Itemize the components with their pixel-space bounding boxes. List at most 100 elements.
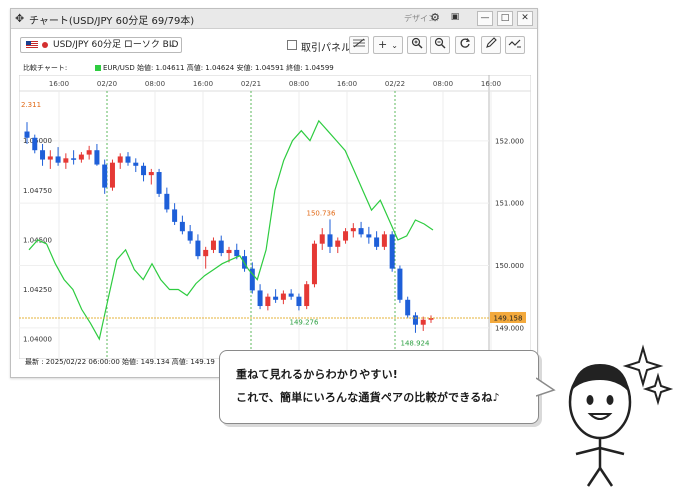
refresh-icon[interactable] xyxy=(455,36,475,54)
candle-body xyxy=(397,268,403,300)
layout-icon[interactable]: ▣ xyxy=(447,11,463,26)
candle-body xyxy=(381,234,387,247)
status-bar: 最新 : 2025/02/22 06:00:00 始値: 149.134 高値:… xyxy=(25,358,215,366)
candle-body xyxy=(358,228,364,235)
trend-tool-icon[interactable] xyxy=(505,36,525,54)
pen-icon[interactable] xyxy=(481,36,501,54)
window-titlebar[interactable]: ✥ チャート(USD/JPY 60分足 69/79本) デザイン ⚙ ▣ — □… xyxy=(11,9,537,29)
right-tick-label: 150.000 xyxy=(495,262,524,270)
candle-body xyxy=(179,221,185,232)
bubble-line-1: 重ねて見れるからわかりやすい! xyxy=(236,368,399,381)
candle-body xyxy=(86,150,92,155)
candle-body xyxy=(78,154,84,160)
x-tick-label: 08:00 xyxy=(289,80,309,88)
candle-body xyxy=(94,150,100,165)
x-tick-label: 02/22 xyxy=(385,80,405,88)
candle-body xyxy=(257,290,263,307)
zoom-in-icon[interactable] xyxy=(407,36,427,54)
gear-icon[interactable]: ⚙ xyxy=(427,11,443,26)
trade-panel-checkbox[interactable] xyxy=(287,40,297,50)
symbol-label: USD/JPY 60分足 ローソク BID xyxy=(53,40,179,50)
move-icon[interactable]: ✥ xyxy=(15,12,24,25)
candle-body xyxy=(24,131,30,138)
compare-series-info: EUR/USD 始値: 1.04611 高値: 1.04624 安値: 1.04… xyxy=(103,64,334,72)
x-tick-label: 08:00 xyxy=(433,80,453,88)
current-price-label: 149.158 xyxy=(494,314,523,322)
minimize-button[interactable]: — xyxy=(477,11,493,26)
x-tick-label: 16:00 xyxy=(49,80,69,88)
zoom-out-icon[interactable] xyxy=(430,36,450,54)
candle-body xyxy=(296,296,302,307)
candle-body xyxy=(40,150,46,160)
sparkle-icon xyxy=(622,344,664,388)
compare-chart-bar: 比較チャート: EUR/USD 始値: 1.04611 高値: 1.04624 … xyxy=(19,61,531,75)
x-tick-label: 16:00 xyxy=(481,80,501,88)
candle-body xyxy=(366,234,372,238)
left-tick-label: 1.04750 xyxy=(23,187,52,195)
left-top-label: 2.311 xyxy=(21,101,41,109)
candle-body xyxy=(55,156,61,163)
candle-body xyxy=(156,172,162,194)
candle-body xyxy=(288,293,294,297)
compare-label: 比較チャート: xyxy=(23,64,68,72)
chevron-down-icon: ⌄ xyxy=(168,40,176,50)
candle-body xyxy=(389,234,395,269)
candle-body xyxy=(218,240,224,254)
us-flag-icon xyxy=(26,41,38,49)
character-face xyxy=(568,364,632,440)
chart-toolbar: USD/JPY 60分足 ローソク BID ⌄ 取引パネル + ⌄ xyxy=(11,29,537,61)
chart-area[interactable]: 16:00 02/20 08:00 16:00 02/21 08:00 16:00 02/22… xyxy=(18,74,532,360)
candle-body xyxy=(374,237,380,247)
x-tick-label: 02/20 xyxy=(97,80,117,88)
candle-body xyxy=(265,296,271,307)
candle-body xyxy=(280,293,286,300)
symbol-select[interactable]: USD/JPY 60分足 ローソク BID ⌄ xyxy=(20,37,182,53)
candle-body xyxy=(405,299,411,316)
left-tick-label: 1.04000 xyxy=(23,336,52,344)
candle-body xyxy=(117,156,123,163)
sparkle-small-icon xyxy=(642,372,674,406)
character-illustration xyxy=(568,344,674,487)
window-title: チャート(USD/JPY 60分足 69/79本) xyxy=(29,16,195,27)
right-tick-label: 151.000 xyxy=(495,200,524,208)
candle-body xyxy=(210,240,216,250)
candle-body xyxy=(141,165,147,176)
x-tick-label: 02/21 xyxy=(241,80,261,88)
bubble-line-2: これで、簡単にいろんな通貨ペアの比較ができるね♪ xyxy=(236,391,500,404)
candle-body xyxy=(148,172,154,176)
candle-body xyxy=(311,243,317,285)
x-tick-label: 08:00 xyxy=(145,80,165,88)
chart-window: ✥ チャート(USD/JPY 60分足 69/79本) デザイン ⚙ ▣ — □… xyxy=(10,8,538,378)
candle-body xyxy=(343,231,349,241)
candle-body xyxy=(32,137,38,151)
candle-body xyxy=(63,158,69,163)
candle-body xyxy=(273,296,279,300)
close-button[interactable]: ✕ xyxy=(517,11,533,26)
low-annotation: 149.276 xyxy=(290,319,319,327)
character-body xyxy=(575,438,625,487)
candle-body xyxy=(164,193,170,210)
japan-flag-icon xyxy=(42,42,48,48)
speech-bubble: 重ねて見れるからわかりやすい! これで、簡単にいろんな通貨ペアの比較ができるね♪ xyxy=(219,350,539,424)
candle-body xyxy=(420,319,426,325)
candle-body xyxy=(71,158,77,160)
crosshair-icon[interactable]: + ⌄ xyxy=(373,36,403,54)
candle-body xyxy=(187,231,193,241)
candle-body xyxy=(234,249,240,257)
crosshair-dropdown-icon[interactable]: ⌄ xyxy=(391,41,398,50)
candle-body xyxy=(226,249,232,254)
price-chart[interactable]: 16:00 02/20 08:00 16:00 02/21 08:00 16:00 02/22… xyxy=(18,74,532,360)
candle-body xyxy=(195,240,201,257)
candle-body xyxy=(335,240,341,247)
candle-body xyxy=(327,234,333,247)
indicator-icon[interactable] xyxy=(349,36,369,54)
maximize-button[interactable]: □ xyxy=(497,11,513,26)
x-tick-label: 16:00 xyxy=(337,80,357,88)
left-tick-label: 1.04250 xyxy=(23,286,52,294)
candle-body xyxy=(304,284,310,307)
candle-body xyxy=(125,156,131,163)
right-tick-label: 152.000 xyxy=(495,137,524,145)
candle-body xyxy=(319,234,325,244)
trade-panel-label[interactable]: 取引パネル xyxy=(301,39,351,54)
compare-series-swatch xyxy=(95,65,101,71)
